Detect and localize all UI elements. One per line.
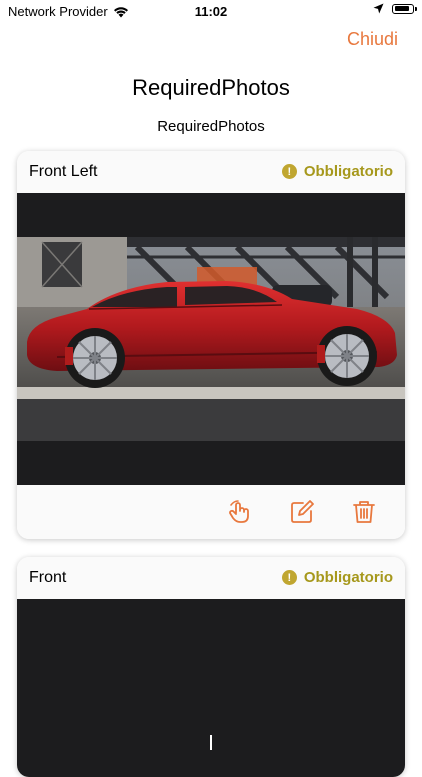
- card-actions: [17, 485, 405, 539]
- status-bar: Network Provider 11:02: [0, 0, 422, 22]
- required-label: Obbligatorio: [303, 163, 393, 180]
- home-indicator: [210, 735, 212, 750]
- photo-card-front-left: Front Left ! Obbligatorio: [17, 151, 405, 539]
- car-photo: [17, 237, 405, 441]
- required-badge: ! Obbligatorio: [281, 569, 393, 586]
- touch-icon[interactable]: [227, 499, 253, 525]
- card-title: Front Left: [29, 163, 98, 180]
- trash-icon[interactable]: [351, 499, 377, 525]
- page-subtitle: RequiredPhotos: [157, 118, 265, 135]
- card-title: Front: [29, 569, 67, 586]
- photo-area[interactable]: [17, 599, 405, 777]
- status-time: 11:02: [194, 4, 228, 19]
- location-arrow-icon: [373, 3, 384, 14]
- page-title: RequiredPhotos: [132, 75, 290, 100]
- warning-icon: !: [281, 164, 297, 179]
- battery-fill: [394, 6, 409, 11]
- required-badge: ! Obbligatorio: [281, 163, 393, 180]
- warning-icon: !: [281, 570, 297, 585]
- battery-icon: [392, 3, 417, 14]
- status-right: [373, 3, 417, 14]
- close-button[interactable]: Chiudi: [347, 29, 398, 50]
- photo-area[interactable]: [17, 193, 405, 485]
- required-label: Obbligatorio: [303, 569, 393, 586]
- card-header: Front ! Obbligatorio: [17, 557, 405, 599]
- edit-icon[interactable]: [289, 499, 315, 525]
- card-header: Front Left ! Obbligatorio: [17, 151, 405, 193]
